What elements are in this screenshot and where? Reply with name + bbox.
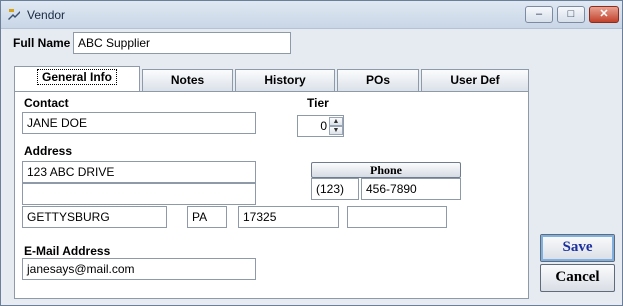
tier-value: 0 — [320, 119, 327, 133]
tier-down-icon[interactable]: ▼ — [329, 126, 343, 135]
phone-area-code-field[interactable]: (123) — [311, 178, 359, 200]
cancel-button[interactable]: Cancel — [540, 264, 615, 292]
state-field[interactable]: PA — [187, 206, 227, 228]
city-field[interactable]: GETTYSBURG — [22, 206, 167, 228]
title-bar[interactable]: Vendor – □ ✕ — [1, 1, 622, 29]
minimize-button[interactable]: – — [525, 6, 553, 23]
window-title: Vendor — [27, 8, 66, 22]
email-field[interactable]: janesays@mail.com — [22, 258, 256, 280]
phone-number-field[interactable]: 456-7890 — [361, 178, 461, 200]
full-name-label: Full Name — [13, 36, 71, 50]
save-button[interactable]: Save — [540, 234, 615, 262]
maximize-button[interactable]: □ — [557, 6, 585, 23]
zip-field[interactable]: 17325 — [238, 206, 339, 228]
tier-up-icon[interactable]: ▲ — [329, 117, 343, 126]
tier-label: Tier — [307, 96, 329, 110]
contact-field[interactable]: JANE DOE — [22, 112, 256, 134]
window-client-area: Full Name ABC Supplier General Info Note… — [5, 29, 620, 301]
tab-general-info[interactable]: General Info — [14, 66, 140, 92]
contact-label: Contact — [24, 96, 69, 110]
tab-user-def[interactable]: User Def — [421, 69, 529, 91]
app-icon — [8, 9, 20, 20]
tab-history[interactable]: History — [235, 69, 335, 91]
tab-notes[interactable]: Notes — [142, 69, 233, 91]
close-button[interactable]: ✕ — [589, 6, 619, 23]
address-line2-field[interactable] — [22, 183, 256, 205]
email-label: E-Mail Address — [24, 244, 111, 258]
vendor-window: Vendor – □ ✕ Full Name ABC Supplier Gene… — [0, 0, 623, 306]
tab-general-info-label: General Info — [36, 69, 117, 85]
address-line1-field[interactable]: 123 ABC DRIVE — [22, 161, 256, 183]
address-extra-field[interactable] — [347, 206, 447, 228]
tier-stepper[interactable]: 0 ▲ ▼ — [297, 115, 344, 137]
phone-button[interactable]: Phone — [311, 162, 461, 178]
tab-pos[interactable]: POs — [337, 69, 419, 91]
full-name-field[interactable]: ABC Supplier — [73, 32, 291, 54]
address-label: Address — [24, 144, 73, 158]
